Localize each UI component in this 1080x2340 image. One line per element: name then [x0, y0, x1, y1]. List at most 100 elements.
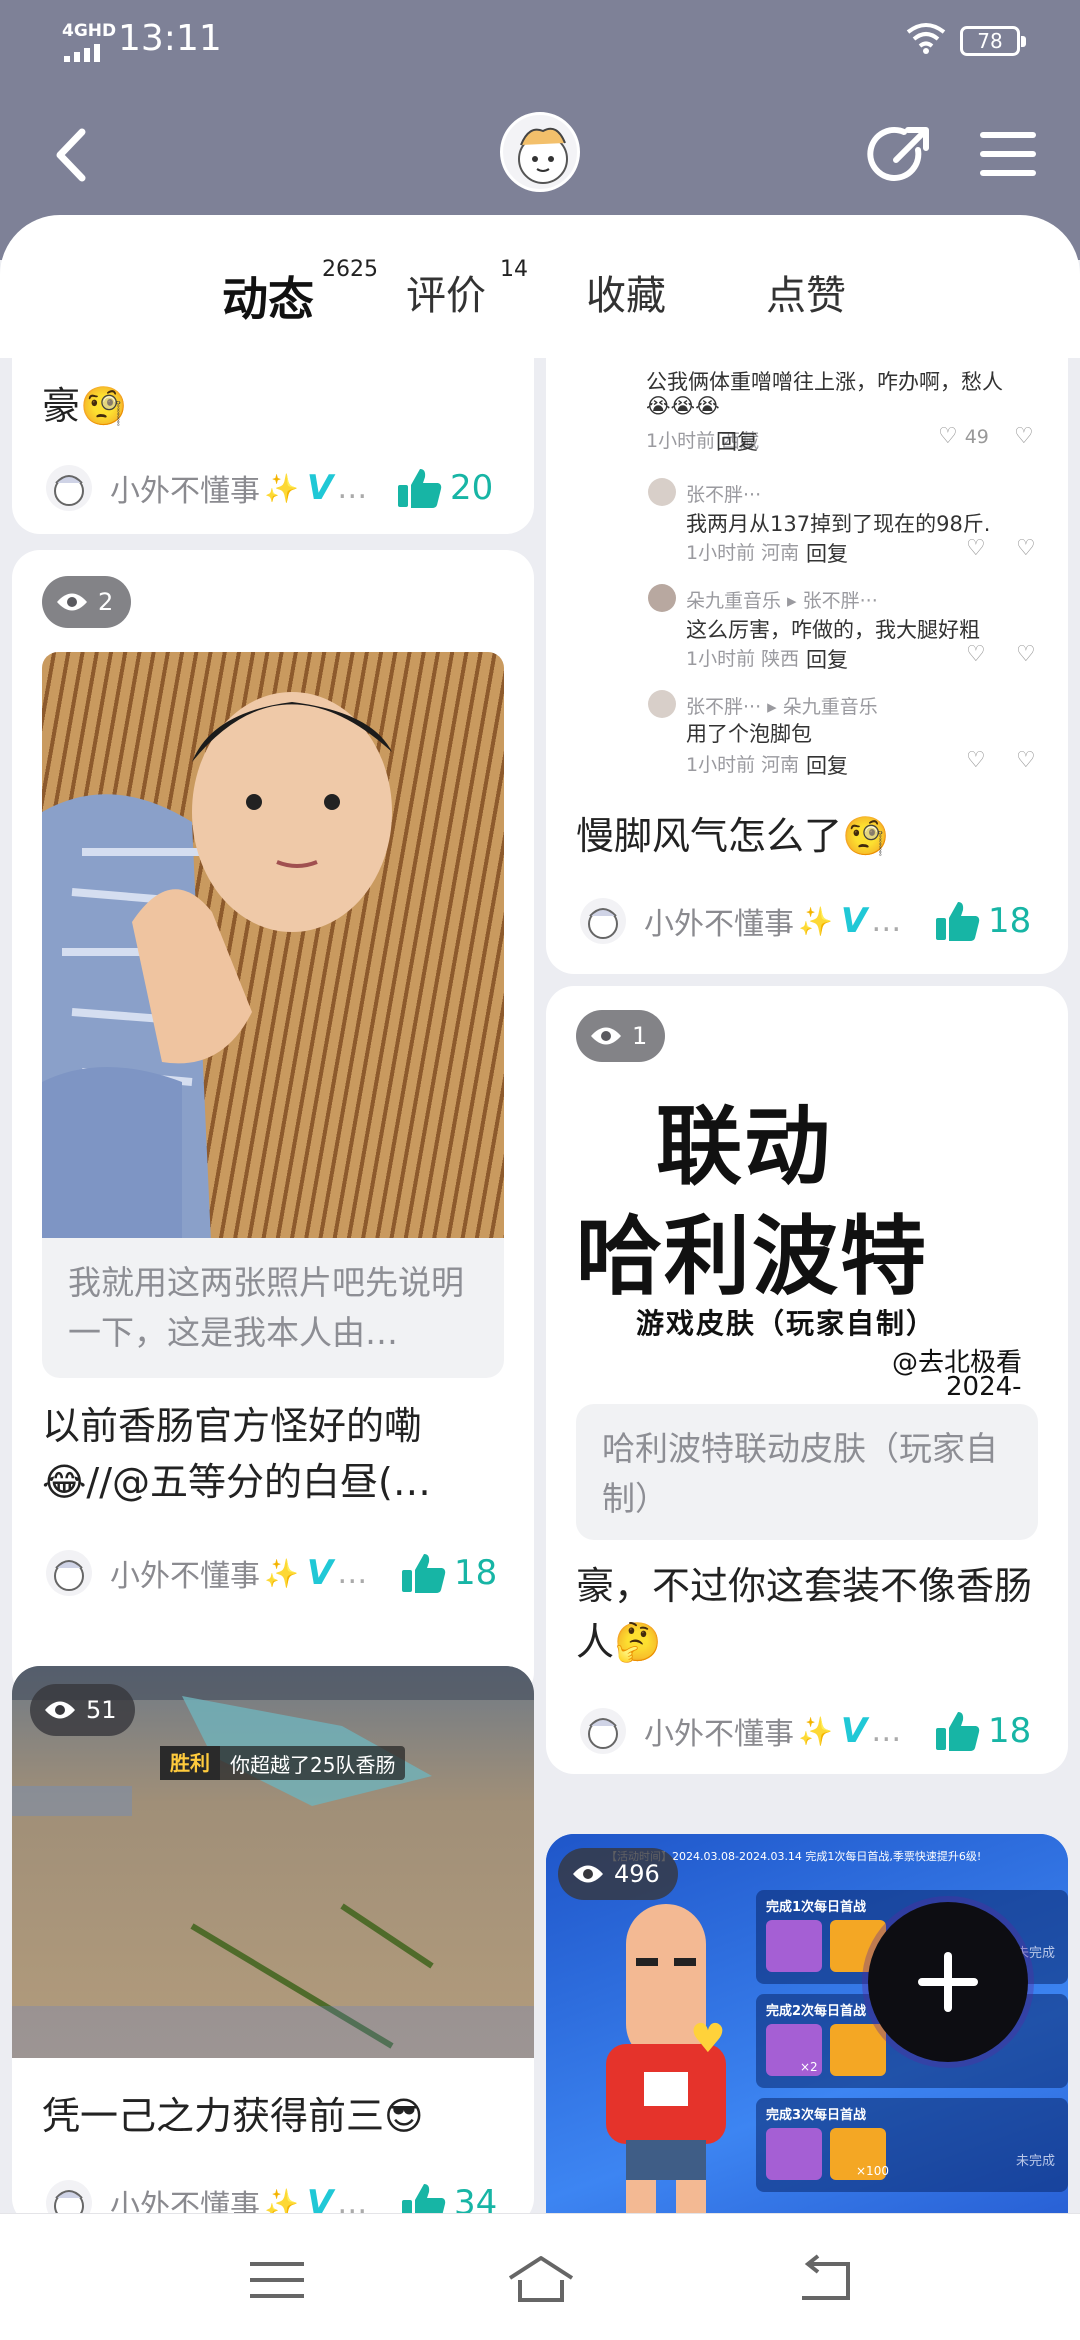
- name-ellipsis: …: [337, 470, 368, 506]
- avatar-illustration-icon: [54, 475, 84, 506]
- like-button[interactable]: 18: [936, 896, 1031, 946]
- post-card[interactable]: 2: [12, 550, 534, 1285]
- like-count: 18: [988, 1711, 1032, 1751]
- author-avatar: [46, 2180, 92, 2213]
- comment-text: 公我俩体重噌噌往上涨，咋办啊，愁人: [646, 370, 1003, 394]
- comment-screenshot[interactable]: 公我俩体重噌噌往上涨，咋办啊，愁人 😭😭😭 1小时前 西藏 回复 ♡ 49 ♡ …: [566, 358, 1048, 778]
- commenter-avatar: [648, 690, 676, 718]
- like-button[interactable]: 34: [402, 2178, 497, 2213]
- heart-icon[interactable]: ♡: [966, 748, 986, 773]
- post-card[interactable]: 51 胜利 你超越了25队香肠 凭一己之力获得前三😎 小外不懂事 ✨ V … 3…: [12, 1666, 534, 2213]
- view-count-badge: 496: [558, 1848, 678, 1900]
- dislike-icon[interactable]: ♡: [1016, 642, 1036, 667]
- tab-likes[interactable]: 点赞: [766, 263, 846, 333]
- recent-apps-icon[interactable]: [242, 2252, 312, 2308]
- comment-text: 这么厉害，咋做的，我大腿好粗: [686, 618, 980, 642]
- task-label: 完成3次每日首战: [766, 2108, 867, 2123]
- tab-label: 点赞: [766, 273, 846, 319]
- tab-label: 评价: [406, 273, 486, 319]
- like-count: 18: [988, 901, 1032, 941]
- thumbs-up-icon: [402, 2184, 446, 2213]
- dislike-icon[interactable]: ♡: [1016, 748, 1036, 773]
- verified-icon: V: [306, 1553, 334, 1593]
- post-title: 凭一己之力获得前三😎: [42, 2094, 424, 2138]
- reward-icon: [766, 1920, 822, 1972]
- add-post-button[interactable]: [868, 1902, 1028, 2062]
- name-ellipsis: …: [337, 1555, 368, 1591]
- view-count-badge: 2: [42, 576, 132, 628]
- view-count: 496: [614, 1860, 660, 1888]
- view-count-badge: 51: [30, 1684, 135, 1736]
- post-card[interactable]: 公我俩体重噌噌往上涨，咋办啊，愁人 😭😭😭 1小时前 西藏 回复 ♡ 49 ♡ …: [546, 358, 1068, 974]
- heart-decoration-icon: ♥: [690, 2016, 726, 2062]
- victory-text: 你超越了25队香肠: [230, 1752, 396, 1777]
- thumbs-up-icon: [398, 469, 442, 508]
- profile-avatar[interactable]: [500, 112, 580, 192]
- post-author[interactable]: 小外不懂事 ✨ V …: [46, 463, 367, 513]
- post-card[interactable]: 1 联动 哈利波特 游戏皮肤（玩家自制） @去北极看 2024- 哈利波特联动皮…: [546, 986, 1068, 1774]
- thumbs-up-icon: [936, 902, 980, 941]
- view-count: 1: [632, 1022, 648, 1050]
- commenter-name: 张不胖··· ▸ 朵九重音乐: [686, 696, 878, 718]
- share-icon[interactable]: [866, 120, 936, 190]
- author-name: 小外不懂事: [110, 2189, 260, 2213]
- author-avatar: [580, 1708, 626, 1754]
- reply-link[interactable]: 回复: [716, 426, 758, 456]
- signal-icon: [64, 44, 100, 62]
- like-count: 34: [454, 2183, 498, 2213]
- eye-icon: [573, 1865, 603, 1883]
- post-author[interactable]: 小外不懂事 ✨ V …: [46, 2178, 367, 2213]
- heart-icon[interactable]: ♡: [966, 642, 986, 667]
- post-card[interactable]: 豪🧐 小外不懂事 ✨ V … 20: [12, 358, 534, 534]
- heart-icon[interactable]: ♡: [966, 536, 986, 561]
- like-count: 18: [454, 1553, 498, 1593]
- reply-link[interactable]: 回复: [806, 644, 848, 674]
- comment-text: 我两月从137掉到了现在的98斤.: [686, 512, 991, 536]
- tab-favorites[interactable]: 收藏: [586, 263, 666, 333]
- dislike-icon[interactable]: ♡: [1014, 424, 1034, 449]
- view-count-badge: 1: [576, 1010, 666, 1062]
- post-quote: 我就用这两张照片吧先说明一下，这是我本人由…: [42, 1238, 504, 1378]
- system-navigation-bar: [0, 2213, 1080, 2340]
- post-author[interactable]: 小外不懂事 ✨ V …: [580, 896, 901, 946]
- like-button[interactable]: 18: [936, 1706, 1031, 1756]
- heart-icon[interactable]: ♡ 49: [938, 424, 989, 449]
- reward-icon: [830, 2024, 886, 2076]
- post-title: 以前香肠官方怪好的嘞😂//@五等分的白昼(…: [42, 1404, 431, 1504]
- name-ellipsis: …: [871, 903, 902, 939]
- menu-icon[interactable]: [976, 124, 1040, 184]
- view-count: 2: [98, 588, 114, 616]
- tab-dynamics[interactable]: 动态 2625: [222, 257, 378, 333]
- sparkle-icon: ✨: [798, 1714, 833, 1748]
- dislike-icon[interactable]: ♡: [1016, 536, 1036, 561]
- avatar-illustration-icon: [54, 2190, 84, 2213]
- tab-reviews[interactable]: 评价 14: [406, 257, 528, 333]
- post-card-body[interactable]: 我就用这两张照片吧先说明一下，这是我本人由… 以前香肠官方怪好的嘞😂//@五等分…: [12, 1238, 534, 1700]
- post-author[interactable]: 小外不懂事 ✨ V …: [46, 1548, 367, 1598]
- tab-count: 2625: [322, 257, 378, 282]
- victory-label: 胜利: [160, 1746, 220, 1780]
- back-arrow-icon[interactable]: [48, 120, 98, 190]
- tab-label: 收藏: [586, 273, 666, 319]
- eye-icon: [57, 593, 87, 611]
- post-photo[interactable]: [42, 652, 504, 1264]
- back-nav-icon[interactable]: [790, 2252, 860, 2308]
- post-author[interactable]: 小外不懂事 ✨ V …: [580, 1706, 901, 1756]
- comment-meta: 1小时前 河南: [686, 754, 800, 776]
- status-bar: 4GHD 13:11 78: [0, 0, 1080, 84]
- poster-line2: 哈利波特: [576, 1207, 928, 1307]
- reply-link[interactable]: 回复: [806, 538, 848, 568]
- author-avatar: [580, 898, 626, 944]
- like-button[interactable]: 18: [402, 1548, 497, 1598]
- like-button[interactable]: 20: [398, 463, 493, 513]
- poster-image[interactable]: 联动 哈利波特 游戏皮肤（玩家自制） @去北极看 2024-: [576, 1076, 1038, 1402]
- name-ellipsis: …: [871, 1713, 902, 1749]
- task-status: 未完成: [1016, 2154, 1056, 2169]
- home-icon[interactable]: [506, 2252, 576, 2308]
- eye-icon: [591, 1027, 621, 1045]
- comment-emoji: 😭😭😭: [646, 394, 720, 418]
- reply-link[interactable]: 回复: [806, 750, 848, 780]
- victory-banner: 胜利 你超越了25队香肠: [160, 1746, 406, 1780]
- verified-icon: V: [840, 901, 868, 941]
- commenter-avatar: [648, 584, 676, 612]
